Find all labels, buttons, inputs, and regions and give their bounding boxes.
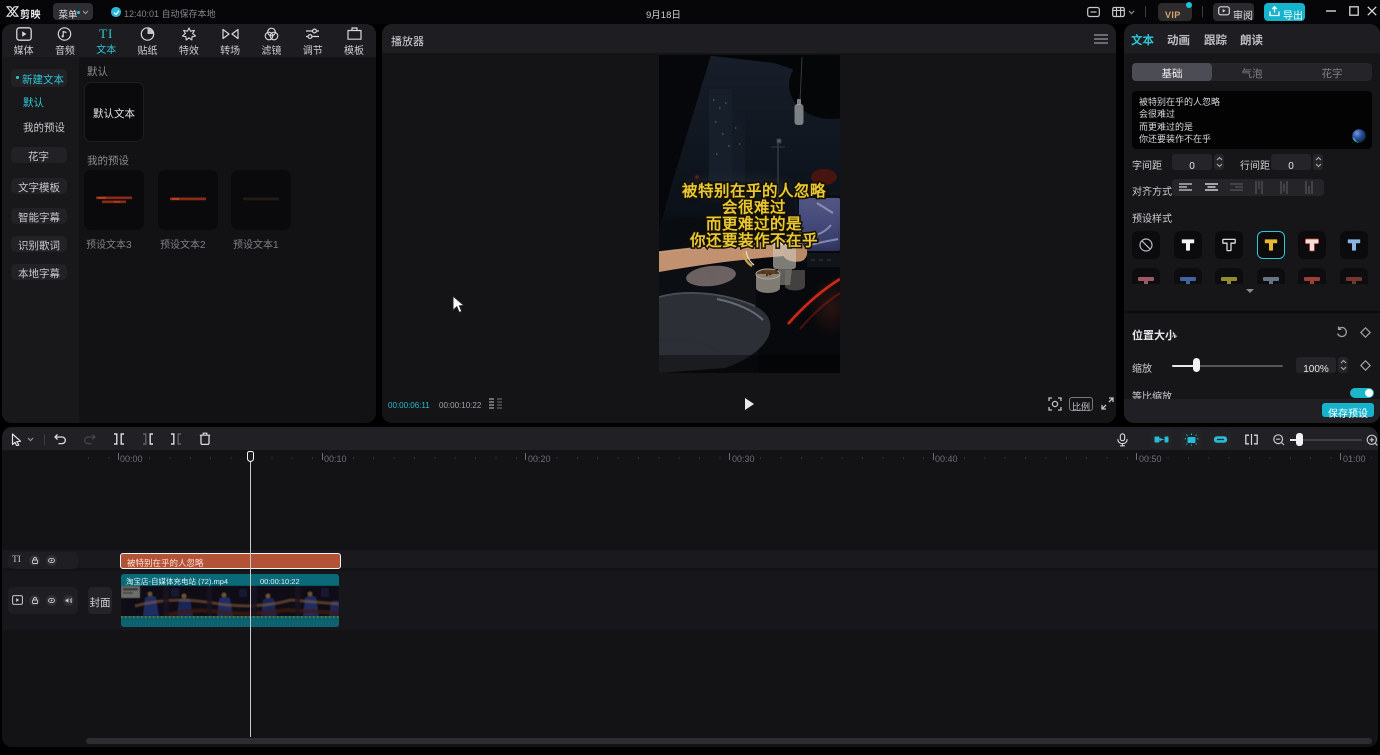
svg-text:你还要装作不在乎: 你还要装作不在乎: [689, 229, 818, 251]
